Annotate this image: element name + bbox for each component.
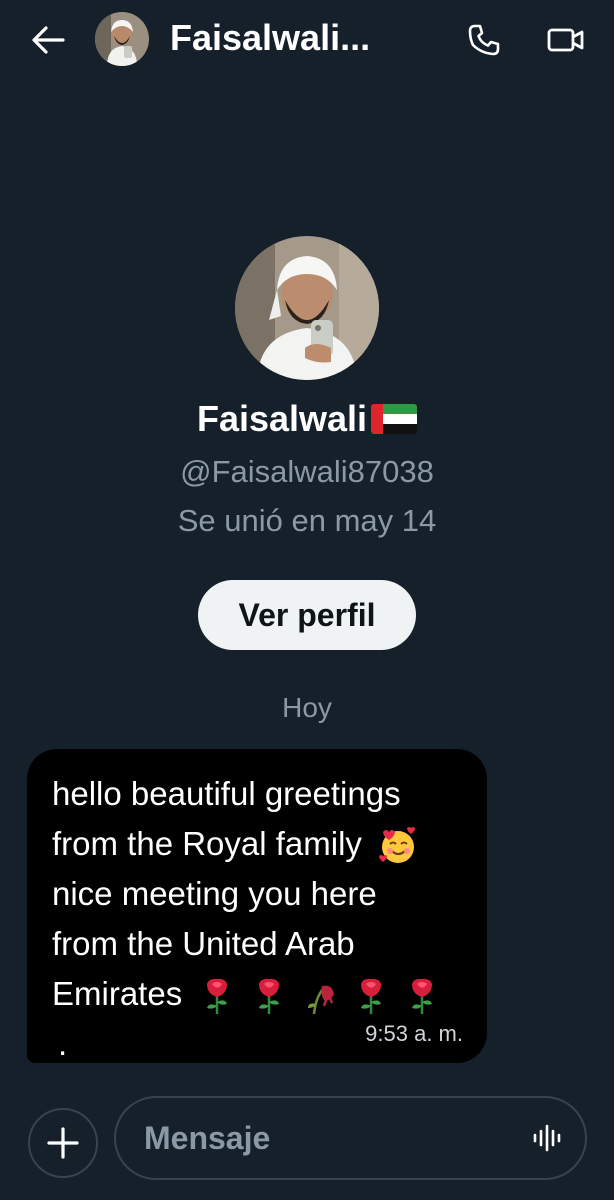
rose-emoji-icon [360,979,381,1015]
message-line: Emirates . [52,969,463,1069]
header-contact-name[interactable]: Faisalwali... [170,16,410,60]
message-line: from the United Arab [52,925,355,962]
rose-emoji-icon [207,979,228,1015]
message-line: nice meeting you here [52,875,377,912]
phone-icon [468,24,500,56]
profile-name-text: Faisalwali [196,398,368,439]
date-separator: Hoy [282,692,332,723]
video-call-button[interactable] [542,18,590,62]
message-input[interactable] [142,1098,522,1178]
message-line: hello beautiful greetings [52,775,401,812]
voice-call-button[interactable] [460,18,508,62]
add-attachment-button[interactable] [28,1108,98,1178]
profile-handle: @Faisalwali87038 [180,454,434,489]
message-bubble[interactable]: hello beautiful greetings from the Royal… [27,749,487,1063]
rose-emoji-icon [258,979,279,1015]
profile-avatar[interactable] [235,236,379,380]
message-input-container[interactable] [114,1096,587,1180]
view-profile-button[interactable]: Ver perfil [198,580,416,650]
voice-message-button[interactable] [529,1120,565,1156]
rose-emoji-icon [412,979,433,1015]
top-bar: Faisalwali... [0,0,614,80]
profile-display-name: Faisalwali [0,394,614,444]
header-avatar[interactable] [95,12,149,66]
contact-profile-card: Faisalwali @Faisalwali87038 Se unió en m… [0,236,614,650]
message-composer [0,1094,614,1184]
back-button[interactable] [26,20,70,60]
message-timestamp: 9:53 a. m. [365,1021,463,1046]
uae-flag-icon [371,404,418,434]
profile-joined-date: Se unió en may 14 [177,503,437,538]
voice-wave-icon [533,1124,561,1152]
video-call-icon [547,28,584,52]
back-arrow-icon [32,26,65,54]
smiling-face-with-hearts-emoji-icon [379,827,416,864]
message-line: from the Royal family [52,819,463,869]
plus-icon [47,1127,79,1159]
wilted-flower-emoji-icon [307,985,334,1015]
